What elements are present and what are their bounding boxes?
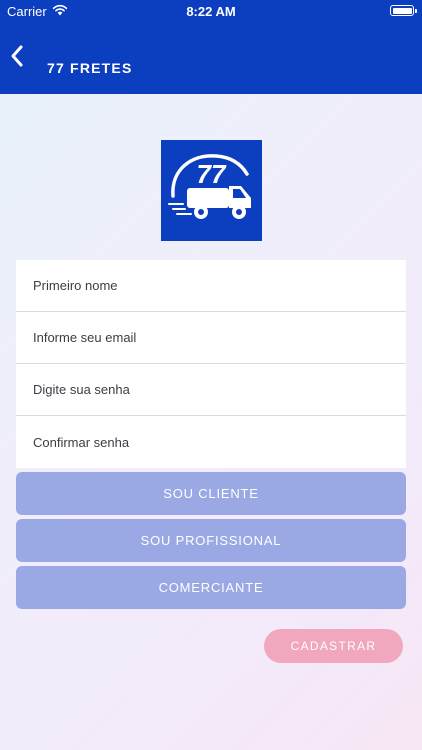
password-field-row bbox=[16, 364, 406, 416]
signup-form bbox=[16, 260, 406, 468]
nav-bar: Carrier 8:22 AM 77 FRETES bbox=[0, 0, 422, 94]
chevron-left-icon bbox=[11, 45, 23, 67]
battery-icon bbox=[390, 5, 417, 16]
client-role-button[interactable]: SOU CLIENTE bbox=[16, 472, 406, 515]
truck-icon: 77 bbox=[168, 154, 251, 219]
app-logo: 77 bbox=[161, 140, 262, 241]
register-button[interactable]: CADASTRAR bbox=[264, 629, 403, 663]
email-field-row bbox=[16, 312, 406, 364]
first-name-input[interactable] bbox=[16, 260, 406, 311]
email-input[interactable] bbox=[16, 312, 406, 363]
password-input[interactable] bbox=[16, 364, 406, 415]
first-name-field-row bbox=[16, 260, 406, 312]
confirm-password-field-row bbox=[16, 416, 406, 468]
merchant-role-button[interactable]: COMERCIANTE bbox=[16, 566, 406, 609]
back-button[interactable] bbox=[4, 40, 32, 72]
confirm-password-input[interactable] bbox=[16, 416, 406, 468]
professional-role-button[interactable]: SOU PROFISSIONAL bbox=[16, 519, 406, 562]
clock: 8:22 AM bbox=[186, 4, 236, 19]
logo-text: 77 bbox=[197, 159, 227, 189]
page-title: 77 FRETES bbox=[47, 60, 133, 76]
status-bar: Carrier 8:22 AM bbox=[0, 0, 422, 22]
